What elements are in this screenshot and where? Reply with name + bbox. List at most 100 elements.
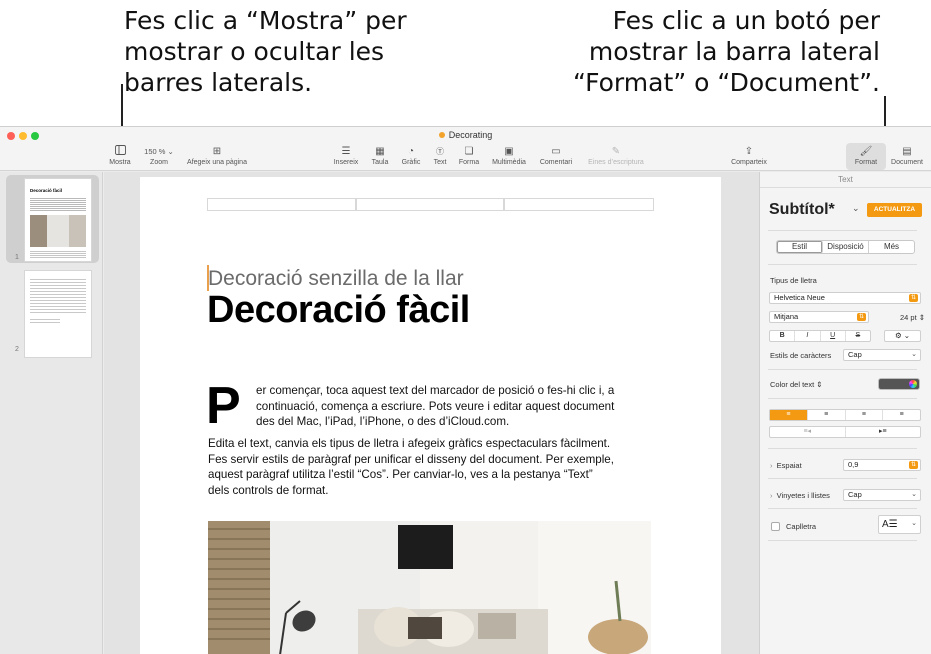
alignment-buttons[interactable]: ≡ ≡ ≡ ≡ [769, 409, 921, 421]
add-page-button[interactable]: ⊞ Afegeix una pàgina [185, 145, 249, 168]
divider [768, 508, 917, 509]
format-inspector: Text Subtítol* ⌄ ACTUALITZA Estil Dispos… [759, 172, 931, 654]
shape-button[interactable]: ❏ Forma [456, 145, 482, 168]
text-button[interactable]: Ⓣ Text [428, 145, 452, 168]
text-line: er començar, toca aquest text del marcad… [256, 384, 615, 397]
format-label: Format [854, 159, 878, 166]
segment-more[interactable]: Més [869, 241, 914, 253]
header-field-right[interactable] [504, 198, 654, 211]
chart-button[interactable]: ◔ Gràfic [398, 145, 424, 168]
share-label: Comparteix [731, 159, 767, 166]
text-color-well[interactable] [878, 378, 920, 390]
page-thumbnails-sidebar: Decoració fàcil 1 2 [0, 172, 103, 654]
media-button[interactable]: ▣ Multimèdia [489, 145, 529, 168]
up-down-arrows-icon: ⇕ [816, 380, 823, 389]
insert-button[interactable]: ☰ Insereix [332, 145, 360, 168]
callout-line: “Format” o “Document”. [572, 68, 880, 97]
document-title[interactable]: Decoració fàcil [207, 289, 470, 332]
up-down-arrows-icon: ⇅ [857, 313, 866, 321]
italic-button[interactable]: I [795, 331, 821, 341]
inspector-tab-text[interactable]: Text [760, 175, 931, 184]
divider [768, 398, 917, 399]
character-styles-popup[interactable]: Cap ⌄ [843, 349, 921, 361]
text-line: des del Mac, l’iPad, l’iPhone, o des d’i… [256, 415, 510, 429]
window-title: Decorating [0, 130, 931, 140]
header-field-left[interactable] [207, 198, 356, 211]
comment-icon: ▭ [551, 146, 561, 157]
chevron-down-icon: ⌄ [911, 351, 917, 358]
text-style-buttons[interactable]: B I U S [769, 330, 871, 342]
text-options-button[interactable]: ⚙ ⌄ [884, 330, 921, 342]
segment-style[interactable]: Estil [777, 241, 823, 253]
bullets-label[interactable]: › Vinyetes i llistes [770, 491, 830, 500]
update-style-button[interactable]: ACTUALITZA [867, 203, 922, 217]
callout-line: Fes clic a un botó per [612, 6, 880, 35]
typeface-popup[interactable]: Mitjana ⇅ [769, 311, 869, 323]
thumb-text [30, 277, 86, 313]
font-size-field[interactable]: 24 pt ⇕ [900, 313, 925, 322]
justify-icon[interactable]: ≡ [883, 410, 920, 420]
page-thumbnail-1[interactable]: Decoració fàcil [24, 178, 92, 262]
document-canvas[interactable]: Decoració senzilla de la llar Decoració … [104, 172, 759, 654]
increase-indent-icon[interactable]: ▸≡ [846, 427, 921, 437]
add-page-label: Afegeix una pàgina [187, 159, 247, 166]
strikethrough-button[interactable]: S [846, 331, 870, 341]
body-paragraph-2[interactable]: Edita el text, canvia els tipus de lletr… [208, 436, 678, 498]
document-label: Document [891, 159, 923, 166]
paintbrush-icon: 🖌 [859, 146, 873, 157]
chevron-down-icon[interactable]: ⌄ [852, 203, 860, 214]
divider [768, 369, 917, 370]
room-photo[interactable] [208, 521, 651, 654]
header-field-center[interactable] [356, 198, 504, 211]
color-wheel-icon[interactable] [909, 380, 917, 388]
underline-button[interactable]: U [821, 331, 846, 341]
table-button[interactable]: ▦ Taula [368, 145, 392, 168]
chart-icon: ◔ [407, 146, 415, 157]
writing-tools-icon: ✎ [611, 146, 621, 157]
writing-tools-button[interactable]: ✎ Eines d’escriptura [584, 145, 648, 168]
align-center-icon[interactable]: ≡ [808, 410, 846, 420]
spacing-popup[interactable]: 0,9 ⇅ [843, 459, 921, 471]
segment-layout[interactable]: Disposició [823, 241, 869, 253]
page-thumbnail-2[interactable] [24, 270, 92, 358]
drop-cap-style-popup[interactable]: A☰ ⌄ [878, 515, 921, 534]
text-box-icon: Ⓣ [436, 147, 444, 156]
font-family-popup[interactable]: Helvetica Neue ⇅ [769, 292, 921, 304]
align-left-icon[interactable]: ≡ [770, 410, 808, 420]
callout-line: barres laterals. [124, 68, 313, 97]
disclosure-triangle-icon: › [770, 461, 773, 470]
text-segmented-control[interactable]: Estil Disposició Més [776, 240, 915, 254]
drop-cap-label: Caplletra [786, 522, 817, 531]
decrease-indent-icon[interactable]: ≡◂ [770, 427, 846, 437]
divider [768, 264, 917, 265]
bullets-popup[interactable]: Cap ⌄ [843, 489, 921, 501]
format-button[interactable]: 🖌 Format [846, 143, 886, 170]
insert-label: Insereix [333, 159, 359, 166]
zoom-menu[interactable]: 150 % ⌄ Zoom [140, 145, 178, 168]
view-button[interactable]: Mostra [106, 145, 134, 168]
writing-tools-label: Eines d’escriptura [588, 159, 644, 166]
callout-leader-right [884, 96, 886, 130]
page-number: 2 [15, 346, 19, 353]
comment-label: Comentari [539, 159, 573, 166]
document-button[interactable]: ▤ Document [888, 145, 926, 168]
callout-view-button: Fes clic a “Mostra” per mostrar o oculta… [124, 5, 464, 98]
character-styles-label: Estils de caràcters [770, 351, 832, 360]
insert-icon: ☰ [341, 146, 351, 157]
text-line: Edita el text, canvia els tipus de lletr… [208, 437, 611, 450]
chevron-down-icon: ⌄ [167, 147, 174, 156]
document-subtitle[interactable]: Decoració senzilla de la llar [208, 267, 464, 291]
pages-window: Decorating Mostra 150 % ⌄ Zoom ⊞ Afegeix… [0, 126, 931, 654]
indent-buttons[interactable]: ≡◂ ▸≡ [769, 426, 921, 438]
bold-button[interactable]: B [770, 331, 796, 341]
plus-square-icon: ⊞ [212, 146, 222, 157]
drop-cap-checkbox[interactable] [771, 522, 780, 531]
comment-button[interactable]: ▭ Comentari [537, 145, 575, 168]
stepper-icon[interactable]: ⇕ [919, 313, 925, 322]
share-button[interactable]: ⇪ Comparteix [728, 145, 770, 168]
body-paragraph-1[interactable]: er començar, toca aquest text del marcad… [256, 383, 676, 430]
spacing-label[interactable]: › Espaiat [770, 461, 802, 470]
document-page[interactable]: Decoració senzilla de la llar Decoració … [140, 177, 721, 654]
drop-cap[interactable]: P [206, 380, 241, 432]
align-right-icon[interactable]: ≡ [846, 410, 884, 420]
